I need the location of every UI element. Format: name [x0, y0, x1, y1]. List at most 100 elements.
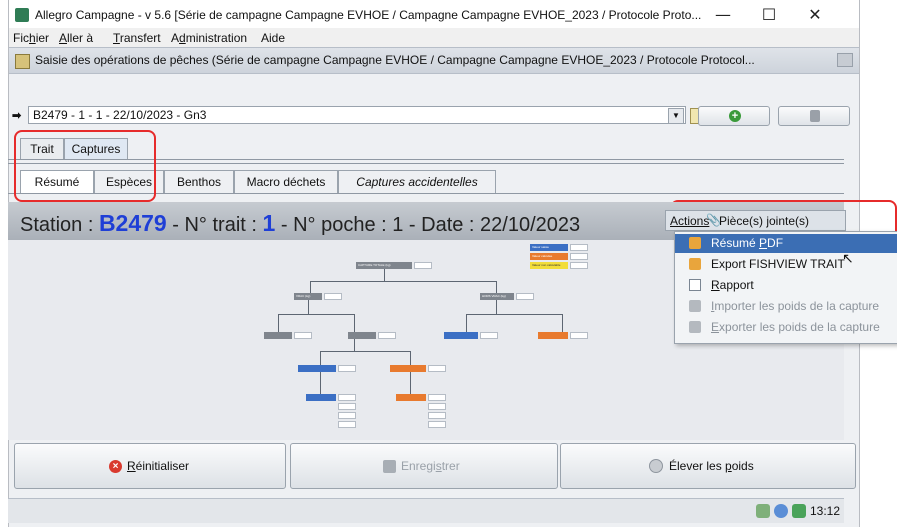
raise-weights-label: Élever les poids — [669, 459, 754, 473]
annotation-box-tabs — [14, 130, 156, 202]
menu-aller-a[interactable]: Aller à — [59, 31, 93, 45]
reset-mnemonic: R — [127, 459, 136, 473]
menu-resume-pdf-label: Résumé PDF — [711, 234, 783, 253]
connector — [496, 281, 497, 293]
node-sub-b-field-2[interactable] — [428, 403, 446, 410]
mouse-cursor-icon: ↖ — [842, 250, 854, 266]
connector — [320, 351, 321, 365]
frame-restore-icon[interactable] — [837, 53, 853, 67]
upload-icon — [689, 237, 701, 249]
node-sorted-b-field[interactable] — [428, 365, 446, 372]
globe-icon[interactable] — [774, 504, 788, 518]
internal-frame-title-bar: Saisie des opérations de pêches (Série d… — [9, 47, 859, 74]
node-hors-vrac-b-field[interactable] — [570, 332, 588, 339]
menu-import-rest: mporter les poids de la capture — [714, 299, 880, 313]
title-bar: Allegro Campagne - v 5.6 [Série de campa… — [9, 0, 859, 30]
station-info: Station : B2479 - N° trait : 1 - N° poch… — [20, 210, 580, 237]
reset-button[interactable]: × Réinitialiser — [14, 443, 286, 489]
network-icon[interactable] — [756, 504, 770, 518]
hors-vrac-field[interactable] — [516, 293, 534, 300]
menu-aide[interactable]: Aide — [261, 31, 285, 45]
hors-vrac-node: HORS VRAC (kg) — [480, 293, 514, 300]
menu-aller-label-rest: ller à — [67, 31, 94, 45]
connector — [466, 314, 467, 332]
raise-label: Élever les — [669, 459, 726, 473]
add-operation-button[interactable]: + — [698, 106, 770, 126]
menu-export-weights-label: Exporter les poids de la capture — [711, 318, 880, 337]
menu-resume-pdf-text: Résumé — [711, 236, 760, 250]
node-sub-a-field-4[interactable] — [338, 421, 356, 428]
operation-select[interactable]: B2479 - 1 - 1 - 22/10/2023 - Gn3 — [28, 106, 686, 124]
menu-export-rest: xporter les poids de la capture — [719, 320, 880, 334]
document-icon — [689, 279, 701, 291]
node-sub-b-field-4[interactable] — [428, 421, 446, 428]
menu-admin-label-rest: ministration — [185, 31, 248, 45]
connector — [466, 314, 562, 315]
sync-icon[interactable] — [792, 504, 806, 518]
menu-import-weights[interactable]: Importer les poids de la capture — [675, 297, 897, 316]
close-button[interactable]: ✕ — [795, 4, 835, 26]
menu-resume-pdf[interactable]: Résumé PDF — [675, 234, 897, 253]
trash-icon — [810, 110, 820, 122]
vrac-node: VRAC (kg) — [294, 293, 322, 300]
menu-transfert-label-rest: ransfert — [119, 31, 161, 45]
menu-rapport-rest: apport — [719, 278, 754, 292]
node-hors-vrac-a-field[interactable] — [480, 332, 498, 339]
frame-icon — [15, 54, 30, 69]
tab-captures-accidentelles[interactable]: Captures accidentelles — [338, 170, 496, 194]
node-sub-b-field[interactable] — [428, 394, 446, 401]
connector — [496, 300, 497, 314]
maximize-button[interactable]: ☐ — [749, 4, 789, 26]
menu-aller-mnemonic: A — [59, 31, 68, 45]
menu-transfert[interactable]: Transfert — [113, 31, 161, 45]
menu-bar: Fichier Aller à Transfert Administration… — [9, 28, 859, 48]
chevron-down-icon[interactable]: ▼ — [668, 108, 684, 124]
tab-benthos[interactable]: Benthos — [164, 170, 234, 194]
connector — [320, 351, 410, 352]
menu-admin-mnemonic: d — [179, 31, 186, 45]
save-button-label: Enregistrer — [401, 459, 460, 473]
menu-rapport[interactable]: Rapport — [675, 276, 897, 295]
node-vrac-a — [264, 332, 292, 339]
window-title: Allegro Campagne - v 5.6 [Série de campa… — [35, 8, 702, 22]
poche-date-label: - N° poche : 1 - Date : 22/10/2023 — [275, 214, 581, 236]
reset-label-rest: éinitialiser — [135, 459, 190, 473]
raise-weights-button[interactable]: Élever les poids — [560, 443, 856, 489]
node-hors-vrac-a — [444, 332, 478, 339]
node-vrac-a-field[interactable] — [294, 332, 312, 339]
save-label-rest: trer — [441, 459, 460, 473]
node-sub-a-field-3[interactable] — [338, 412, 356, 419]
node-sorted-a-field[interactable] — [338, 365, 356, 372]
vrac-field[interactable] — [324, 293, 342, 300]
node-vrac-b-field[interactable] — [378, 332, 396, 339]
node-sub-a-field-2[interactable] — [338, 403, 356, 410]
connector — [354, 314, 355, 332]
legend-not-computable: Valeur non calculable — [530, 262, 568, 269]
node-sorted-b — [390, 365, 426, 372]
menu-fichier-label-rest: ier — [35, 31, 50, 45]
menu-export-mnemonic: E — [711, 320, 720, 334]
actions-button[interactable]: Actions — [670, 214, 709, 228]
navigate-arrow-icon[interactable]: ➡ — [12, 109, 21, 122]
delete-operation-button[interactable] — [778, 106, 850, 126]
connector — [354, 339, 355, 351]
attachments-button[interactable]: Pièce(s) jointe(s) — [719, 214, 809, 228]
menu-export-fishview-label: Export FISHVIEW TRAIT — [711, 257, 845, 271]
trait-label: - N° trait : — [166, 214, 263, 236]
status-bar: 13:12 — [8, 498, 844, 523]
menu-export-weights[interactable]: Exporter les poids de la capture — [675, 318, 897, 337]
tab-macro-dechets[interactable]: Macro déchets — [234, 170, 338, 194]
menu-fichier[interactable]: Fichier — [13, 31, 49, 45]
actions-toolbar: Actions 📎 Pièce(s) jointe(s) — [665, 210, 846, 231]
total-catch-field[interactable] — [414, 262, 432, 269]
save-button[interactable]: Enregistrer — [290, 443, 558, 489]
cancel-icon: × — [109, 460, 122, 473]
node-vrac-b — [348, 332, 376, 339]
connector — [410, 372, 411, 394]
menu-administration[interactable]: Administration — [171, 31, 247, 45]
node-sub-b-field-3[interactable] — [428, 412, 446, 419]
menu-export-fishview[interactable]: Export FISHVIEW TRAIT — [675, 255, 897, 274]
node-sub-a-field[interactable] — [338, 394, 356, 401]
minimize-button[interactable]: — — [703, 4, 743, 26]
actions-menu: Résumé PDF Export FISHVIEW TRAIT Rapport… — [674, 231, 897, 344]
